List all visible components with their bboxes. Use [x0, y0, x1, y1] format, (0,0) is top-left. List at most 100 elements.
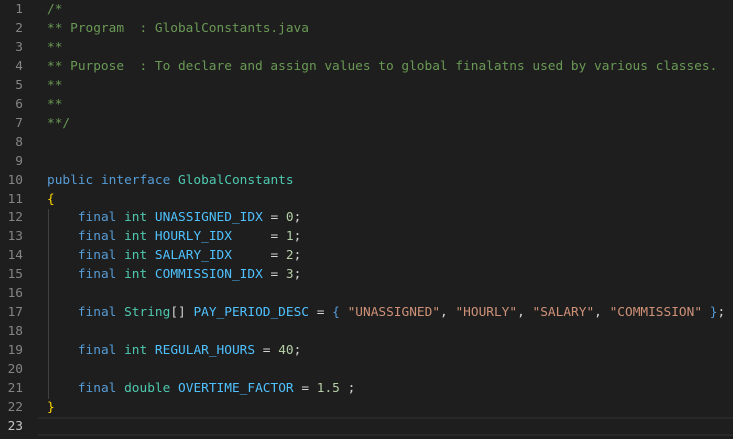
- line-number: 14: [7, 248, 23, 264]
- line-content: {: [47, 190, 55, 209]
- line-content: ** Program : GlobalConstants.java: [47, 19, 309, 38]
- code-line[interactable]: 2 ** Program : GlobalConstants.java: [0, 19, 733, 38]
- line-content: **/: [47, 114, 70, 133]
- line-number: 19: [7, 343, 23, 359]
- line-number: 20: [7, 362, 23, 378]
- code-line[interactable]: 9: [0, 152, 733, 171]
- line-content: **: [47, 95, 62, 114]
- code-line[interactable]: 13 final int HOURLY_IDX = 1;: [0, 227, 733, 246]
- token-kw: interface: [100, 172, 171, 188]
- line-number: 21: [7, 381, 23, 396]
- code-line[interactable]: 7 **/: [0, 114, 733, 133]
- token-brace: {: [47, 191, 55, 207]
- code-line[interactable]: 23: [0, 417, 733, 436]
- token-const: REGULAR_HOURS: [154, 343, 256, 359]
- token-const: OVERTIME_FACTOR: [178, 381, 294, 396]
- line-number: 17: [7, 305, 23, 321]
- token-kw: final: [77, 267, 117, 283]
- token-comment: ** Purpose : To declare and assign value…: [47, 58, 718, 74]
- line-number: 6: [15, 96, 23, 112]
- token-plain: ;: [293, 267, 302, 283]
- token-plain: ;: [293, 210, 302, 226]
- code-line[interactable]: 3 **: [0, 38, 733, 57]
- token-str: "UNASSIGNED": [347, 305, 441, 321]
- code-line[interactable]: 11 {: [0, 190, 733, 209]
- code-line[interactable]: 18: [0, 322, 733, 341]
- token-plain: ;: [339, 381, 356, 396]
- code-line[interactable]: 12 final int UNASSIGNED_IDX = 0;: [0, 208, 733, 227]
- line-number: 18: [7, 324, 23, 340]
- line-number: 7: [15, 115, 23, 131]
- code-line[interactable]: 1 /*: [0, 0, 733, 19]
- code-line[interactable]: 14 final int SALARY_IDX = 2;: [0, 246, 733, 265]
- token-const: UNASSIGNED_IDX: [154, 210, 263, 226]
- token-type: String: [124, 305, 171, 321]
- code-line[interactable]: 19 final int REGULAR_HOURS = 40;: [0, 341, 733, 360]
- line-content: final int COMMISSION_IDX = 3;: [47, 265, 302, 284]
- code-line[interactable]: 4 ** Purpose : To declare and assign valu…: [0, 57, 733, 76]
- line-number: 3: [15, 39, 23, 55]
- line-number: 9: [15, 153, 23, 169]
- code-editor[interactable]: 1 /* 2 ** Program : GlobalConstants.java 3 **…: [0, 0, 733, 439]
- line-content: /*: [47, 0, 62, 19]
- token-num: 1: [285, 229, 294, 245]
- token-comment: **/: [47, 115, 71, 131]
- line-number: 22: [7, 399, 23, 415]
- line-number: 5: [15, 77, 23, 93]
- token-num: 2: [285, 248, 294, 264]
- code-line[interactable]: 6 **: [0, 95, 733, 114]
- token-num: 3: [285, 267, 294, 283]
- line-number: 15: [7, 267, 23, 283]
- token-const: COMMISSION_IDX: [154, 267, 263, 283]
- line-content: final double OVERTIME_FACTOR = 1.5 ;: [47, 379, 355, 398]
- token-plain: ,: [517, 305, 533, 321]
- line-number: 11: [7, 191, 23, 207]
- token-plain: ,: [594, 305, 610, 321]
- token-type: GlobalConstants: [178, 172, 294, 188]
- line-content: final String[] PAY_PERIOD_DESC = { "UNAS…: [47, 303, 725, 322]
- token-plain: ;: [717, 305, 726, 321]
- line-number: 2: [15, 20, 23, 36]
- token-str: "HOURLY": [455, 305, 518, 321]
- code-line[interactable]: 10 public interface GlobalConstants: [0, 171, 733, 190]
- code-line[interactable]: 8: [0, 133, 733, 152]
- code-line[interactable]: 15 final int COMMISSION_IDX = 3;: [0, 265, 733, 284]
- token-str: "COMMISSION": [609, 305, 703, 321]
- token-plain: =: [293, 381, 317, 396]
- code-line[interactable]: 22}: [0, 398, 733, 417]
- code-line[interactable]: 21 final double OVERTIME_FACTOR = 1.5 ;: [0, 379, 733, 398]
- token-kw: final: [77, 343, 117, 359]
- line-number: 1: [15, 2, 23, 17]
- code-line[interactable]: 5 **: [0, 76, 733, 95]
- code-line[interactable]: 20: [0, 360, 733, 379]
- code-line[interactable]: 17 final String[] PAY_PERIOD_DESC = { "U…: [0, 303, 733, 322]
- token-plain: =: [262, 210, 286, 226]
- token-type: int: [124, 267, 148, 283]
- token-num: 40: [278, 343, 294, 359]
- token-kw: final: [77, 210, 117, 226]
- token-kw: public: [47, 172, 94, 188]
- token-num: 1.5: [316, 381, 340, 396]
- code-line[interactable]: 16: [0, 284, 733, 303]
- token-type: int: [124, 343, 148, 359]
- token-type: int: [124, 248, 148, 264]
- token-plain: =: [262, 267, 286, 283]
- token-const: PAY_PERIOD_DESC: [193, 305, 310, 321]
